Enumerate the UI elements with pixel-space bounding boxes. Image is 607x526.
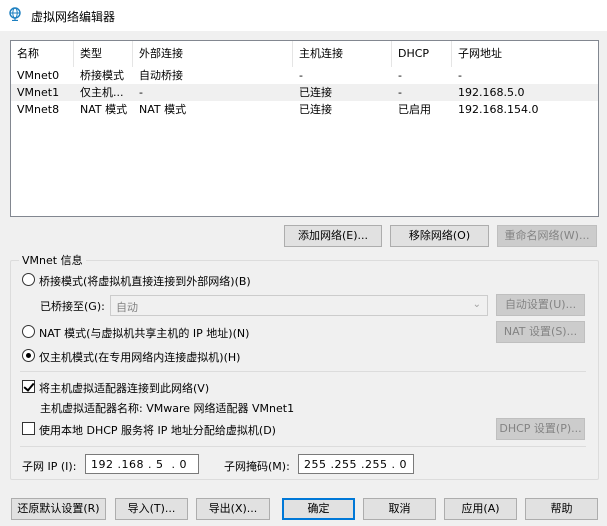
bridged-mode-label[interactable]: 桥接模式(将虚拟机直接连接到外部网络)(B) (39, 273, 251, 289)
cell-dhcp: - (398, 86, 402, 99)
column-header-subnet[interactable]: 子网地址 (452, 41, 598, 67)
table-row-vmnet0[interactable]: VMnet0 桥接模式 自动桥接 - - - (11, 67, 598, 84)
title-bar: 虚拟网络编辑器 (0, 0, 607, 31)
table-row-vmnet8[interactable]: VMnet8 NAT 模式 NAT 模式 已连接 已启用 192.168.154… (11, 101, 598, 118)
apply-button[interactable]: 应用(A) (444, 498, 517, 520)
cell-external: - (139, 86, 143, 99)
dhcp-label[interactable]: 使用本地 DHCP 服务将 IP 地址分配给虚拟机(D) (39, 422, 276, 438)
vmnet-info-group (10, 260, 599, 480)
ok-button[interactable]: 确定 (282, 498, 355, 520)
cell-dhcp: - (398, 69, 402, 82)
cell-host: - (299, 69, 303, 82)
bridged-to-label: 已桥接至(G): (40, 300, 105, 313)
subnet-ip-label: 子网 IP (I): (22, 460, 77, 473)
nat-mode-radio[interactable] (22, 325, 35, 338)
connect-adapter-checkbox[interactable] (22, 380, 35, 393)
host-only-mode-radio[interactable] (22, 349, 35, 362)
cell-type: NAT 模式 (80, 103, 128, 116)
nat-mode-label[interactable]: NAT 模式(与虚拟机共享主机的 IP 地址)(N) (39, 325, 249, 341)
subnet-mask-label: 子网掩码(M): (224, 460, 290, 473)
restore-defaults-button[interactable]: 还原默认设置(R) (11, 498, 106, 520)
subnet-ip-field[interactable]: 192 .168 . 5 . 0 (85, 454, 199, 474)
vmnet-info-legend: VMnet 信息 (19, 252, 86, 268)
bridged-to-value: 自动 (116, 301, 138, 314)
globe-network-icon (9, 7, 21, 21)
subnet-mask-field[interactable]: 255 .255 .255 . 0 (298, 454, 414, 474)
window-title: 虚拟网络编辑器 (31, 10, 116, 24)
remove-network-button[interactable]: 移除网络(O) (390, 225, 489, 247)
subnet-ip-value: 192 .168 . 5 . 0 (91, 458, 187, 471)
export-button[interactable]: 导出(X)... (196, 498, 270, 520)
column-header-host[interactable]: 主机连接 (293, 41, 392, 67)
help-button[interactable]: 帮助 (525, 498, 598, 520)
cell-name: VMnet0 (17, 69, 60, 82)
bridged-to-select[interactable]: 自动 ⌄ (110, 295, 488, 316)
cell-external: NAT 模式 (139, 103, 187, 116)
adapter-name-text: 主机虚拟适配器名称: VMware 网络适配器 VMnet1 (40, 402, 295, 415)
separator (20, 371, 586, 372)
cell-type: 桥接模式 (80, 69, 124, 82)
dhcp-checkbox[interactable] (22, 422, 35, 435)
bridged-mode-radio[interactable] (22, 273, 35, 286)
cell-dhcp: 已启用 (398, 103, 431, 116)
cell-subnet: - (458, 69, 462, 82)
cell-name: VMnet8 (17, 103, 60, 116)
subnet-mask-value: 255 .255 .255 . 0 (304, 458, 407, 471)
column-header-external[interactable]: 外部连接 (133, 41, 293, 67)
cell-subnet: 192.168.154.0 (458, 103, 539, 116)
column-header-type[interactable]: 类型 (74, 41, 133, 67)
cell-host: 已连接 (299, 103, 332, 116)
auto-settings-button[interactable]: 自动设置(U)... (496, 294, 585, 316)
cell-subnet: 192.168.5.0 (458, 86, 525, 99)
nat-settings-button[interactable]: NAT 设置(S)... (496, 321, 585, 343)
cancel-button[interactable]: 取消 (363, 498, 436, 520)
import-button[interactable]: 导入(T)... (115, 498, 188, 520)
host-only-mode-label[interactable]: 仅主机模式(在专用网络内连接虚拟机)(H) (39, 349, 240, 365)
list-header: 名称 类型 外部连接 主机连接 DHCP 子网地址 (11, 41, 598, 67)
add-network-button[interactable]: 添加网络(E)... (284, 225, 382, 247)
network-list[interactable]: 名称 类型 外部连接 主机连接 DHCP 子网地址 VMnet0 桥接模式 自动… (10, 40, 599, 217)
cell-name: VMnet1 (17, 86, 60, 99)
cell-host: 已连接 (299, 86, 332, 99)
rename-network-button[interactable]: 重命名网络(W)... (497, 225, 597, 247)
cell-external: 自动桥接 (139, 69, 183, 82)
separator (20, 446, 586, 447)
cell-type: 仅主机... (80, 86, 124, 99)
column-header-dhcp[interactable]: DHCP (392, 41, 452, 67)
table-row-vmnet1[interactable]: VMnet1 仅主机... - 已连接 - 192.168.5.0 (11, 84, 598, 101)
connect-adapter-label[interactable]: 将主机虚拟适配器连接到此网络(V) (39, 380, 209, 396)
chevron-down-icon: ⌄ (472, 299, 481, 310)
dhcp-settings-button[interactable]: DHCP 设置(P)... (496, 418, 585, 440)
column-header-name[interactable]: 名称 (11, 41, 74, 67)
